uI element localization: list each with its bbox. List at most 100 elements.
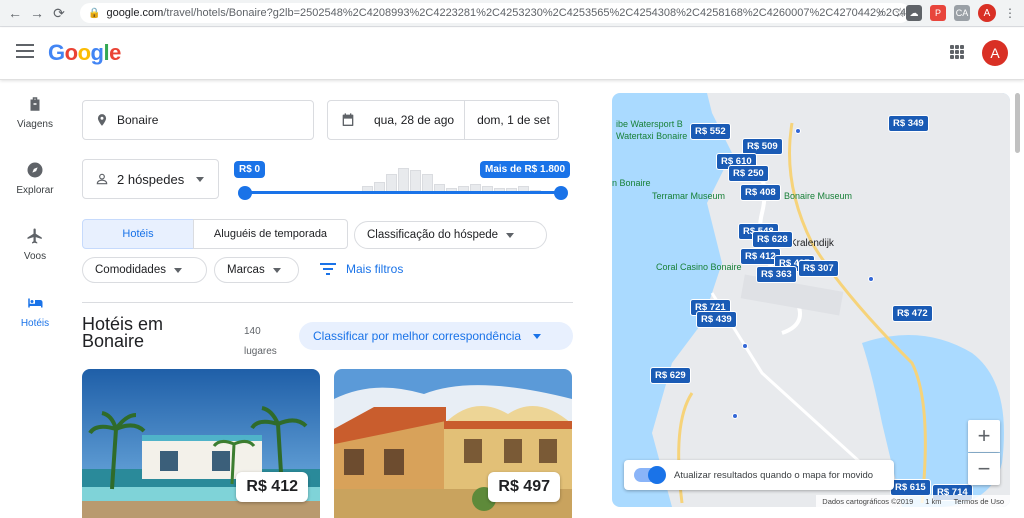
nav-item-trips[interactable]: Viagens	[0, 95, 70, 130]
zoom-out-button[interactable]: −	[968, 453, 1000, 485]
results-count: 140 lugares	[244, 322, 277, 362]
map-price-tag[interactable]: R$ 408	[740, 184, 781, 201]
map-terms-link[interactable]: Termos de Uso	[954, 497, 1004, 506]
hotel-card[interactable]: R$ 412	[82, 369, 320, 518]
map-price-tag[interactable]: R$ 439	[696, 311, 737, 328]
chevron-down-icon	[272, 267, 281, 273]
toggle-label: Atualizar resultados quando o mapa for m…	[674, 469, 874, 481]
results-count-unit: lugares	[244, 346, 277, 357]
results-title: Hotéis em Bonaire	[82, 314, 164, 351]
account-avatar[interactable]: A	[982, 40, 1008, 66]
map-poi-dot[interactable]	[868, 276, 874, 282]
map-poi-dot[interactable]	[732, 413, 738, 419]
chevron-down-icon	[196, 176, 205, 182]
map-label: Terramar Museum	[652, 191, 726, 201]
logo-letter: o	[64, 40, 78, 65]
hotel-map[interactable]: ibe Watersport B Watertaxi Bonaire n Bon…	[612, 93, 1010, 507]
price-slider-min-handle[interactable]	[238, 186, 252, 200]
price-min-label: R$ 0	[234, 161, 266, 178]
browser-toolbar: ← → ⟳ 🔒 google.com/travel/hotels/Bonaire…	[0, 0, 1024, 27]
luggage-icon	[30, 97, 40, 111]
nav-label-flights: Voos	[23, 251, 47, 262]
more-filters-button[interactable]: Mais filtros	[320, 262, 403, 276]
extension-ca-icon[interactable]: CA	[954, 5, 970, 21]
map-attribution: Dados cartográficos ©2019	[822, 496, 914, 506]
map-price-tag[interactable]: R$ 250	[728, 165, 769, 182]
map-price-tag[interactable]: R$ 615	[890, 479, 931, 496]
url-path: /travel/hotels/Bonaire?g2lb=2502548%2C42…	[163, 7, 910, 19]
zoom-icon[interactable]: ⌕	[877, 5, 884, 21]
address-bar[interactable]: 🔒 google.com/travel/hotels/Bonaire?g2lb=…	[80, 3, 910, 23]
map-price-tag[interactable]: R$ 552	[690, 123, 731, 140]
url-domain: google.com	[106, 7, 164, 19]
extension-pdf-icon[interactable]: P	[930, 5, 946, 21]
histogram-bar	[422, 174, 433, 192]
hotel-price: R$ 412	[236, 472, 308, 502]
guests-dropdown[interactable]: 2 hóspedes	[82, 159, 219, 199]
location-pin-icon	[97, 114, 107, 126]
lock-icon: 🔒	[88, 7, 101, 19]
nav-item-explore[interactable]: Explorar	[0, 161, 70, 196]
map-label: n Bonaire	[612, 178, 651, 188]
profile-avatar[interactable]: A	[978, 4, 996, 22]
reload-icon[interactable]: ⟳	[48, 2, 70, 24]
logo-letter: o	[77, 40, 91, 65]
price-slider-track[interactable]	[244, 191, 562, 194]
amenities-filter[interactable]: Comodidades	[82, 257, 207, 283]
nav-label-hotels: Hotéis	[20, 318, 50, 329]
back-icon[interactable]: ←	[4, 2, 26, 24]
google-logo[interactable]: Google	[48, 40, 121, 66]
map-poi-dot[interactable]	[795, 128, 801, 134]
map-price-tag[interactable]: R$ 629	[650, 367, 691, 384]
brands-label: Marcas	[227, 264, 265, 276]
extension-cloud-icon[interactable]: ☁	[906, 5, 922, 21]
tab-hotels[interactable]: Hotéis	[82, 219, 194, 249]
histogram-bar	[398, 168, 409, 192]
map-price-tag[interactable]: R$ 628	[752, 231, 793, 248]
zoom-in-button[interactable]: +	[968, 420, 1000, 452]
hamburger-menu-icon[interactable]	[16, 44, 34, 58]
page-scrollbar[interactable]	[1015, 93, 1020, 153]
hotel-card[interactable]: R$ 497	[334, 369, 572, 518]
nav-item-flights[interactable]: Voos	[0, 227, 70, 262]
filter-icon	[320, 263, 336, 275]
map-update-toggle[interactable]: Atualizar resultados quando o mapa for m…	[624, 460, 894, 490]
person-icon	[96, 173, 108, 185]
checkin-date[interactable]: qua, 28 de ago	[374, 113, 454, 127]
price-slider-max-handle[interactable]	[554, 186, 568, 200]
location-field[interactable]: Bonaire	[82, 100, 314, 140]
map-scale: 1 km	[925, 496, 942, 506]
chevron-down-icon	[173, 267, 182, 273]
map-label: Bonaire Museum	[784, 191, 853, 201]
divider	[82, 302, 573, 303]
map-price-tag[interactable]: R$ 472	[892, 305, 933, 322]
browser-menu-icon[interactable]: ⋮	[1004, 6, 1016, 20]
nav-item-hotels[interactable]: Hotéis	[0, 294, 70, 329]
more-filters-label: Mais filtros	[346, 262, 404, 276]
map-price-tag[interactable]: R$ 349	[888, 115, 929, 132]
dates-field[interactable]: qua, 28 de ago dom, 1 de set	[327, 100, 559, 140]
hotel-price: R$ 497	[488, 472, 560, 502]
star-icon[interactable]: ☆	[894, 5, 906, 21]
forward-icon[interactable]: →	[26, 2, 48, 24]
histogram-bar	[410, 170, 421, 192]
map-label: ibe Watersport B	[616, 119, 683, 129]
sort-dropdown[interactable]: Classificar por melhor correspondência	[299, 322, 573, 350]
tab-vacation-rentals[interactable]: Aluguéis de temporada	[193, 219, 348, 249]
location-value: Bonaire	[117, 113, 159, 127]
logo-letter: e	[109, 40, 121, 65]
chevron-down-icon	[533, 333, 542, 339]
chevron-down-icon	[506, 232, 515, 238]
amenities-label: Comodidades	[95, 264, 166, 276]
apps-grid-icon[interactable]	[950, 45, 964, 59]
guest-rating-filter[interactable]: Classificação do hóspede	[354, 221, 547, 249]
map-poi-dot[interactable]	[742, 343, 748, 349]
price-histogram	[362, 168, 541, 192]
map-label: Watertaxi Bonaire	[616, 131, 688, 141]
toggle-switch[interactable]	[634, 466, 666, 484]
brands-filter[interactable]: Marcas	[214, 257, 299, 283]
checkout-date[interactable]: dom, 1 de set	[477, 113, 550, 127]
map-price-tag[interactable]: R$ 307	[798, 260, 839, 277]
map-price-tag[interactable]: R$ 363	[756, 266, 797, 283]
app-header: Google A	[0, 28, 1024, 80]
